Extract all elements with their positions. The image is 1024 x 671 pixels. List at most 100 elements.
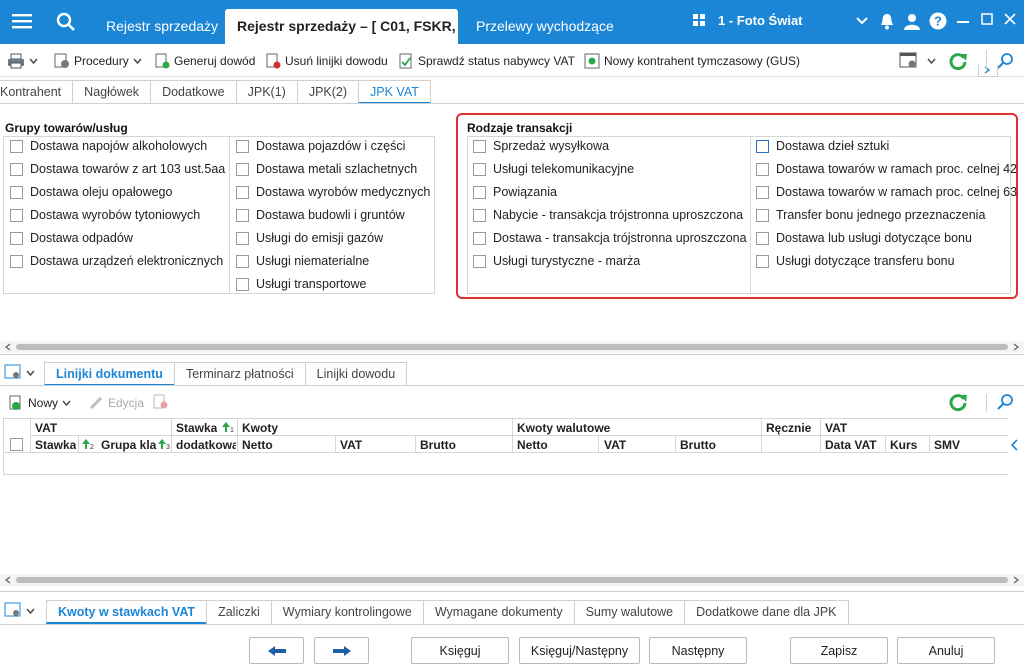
checkbox[interactable] <box>236 185 249 199</box>
checkbox[interactable] <box>10 139 23 153</box>
header-brutto-wal[interactable]: Brutto <box>680 438 716 452</box>
previous-button[interactable] <box>249 637 304 664</box>
minimize-icon[interactable] <box>957 21 969 24</box>
checkbox-dostawa-trojstronna[interactable]: Dostawa - transakcja trójstronna uproszc… <box>473 231 747 245</box>
checkbox-dziela-sztuki[interactable]: Dostawa dzieł sztuki <box>756 139 889 153</box>
checkbox-proc-celna-42[interactable]: Dostawa towarów w ramach proc. celnej 42 <box>756 162 1017 176</box>
checkbox[interactable] <box>756 208 769 222</box>
delete-row-icon[interactable] <box>153 394 169 410</box>
checkbox-uslugi-turystyczne[interactable]: Usługi turystyczne - marża <box>473 254 640 268</box>
header-smv[interactable]: SMV <box>934 438 960 452</box>
tab-kwoty-w-stawkach[interactable]: Kwoty w stawkach VAT <box>46 600 208 624</box>
tab-zaliczki[interactable]: Zaliczki <box>206 600 272 624</box>
tab-linijki-dowodu[interactable]: Linijki dowodu <box>304 362 408 386</box>
layout-settings-icon[interactable] <box>899 52 919 70</box>
header-stawka[interactable]: Stawka <box>35 438 76 452</box>
checkbox-metale[interactable]: Dostawa metali szlachetnych <box>236 162 417 176</box>
checkbox[interactable] <box>10 438 23 451</box>
checkbox-proc-celna-63[interactable]: Dostawa towarów w ramach proc. celnej 63 <box>756 185 1017 199</box>
expand-panel-icon[interactable] <box>1010 438 1019 452</box>
checkbox[interactable] <box>236 277 249 291</box>
sprawdz-status-button[interactable]: Sprawdź status nabywcy VAT <box>398 52 575 70</box>
edycja-button[interactable]: Edycja <box>88 394 144 412</box>
checkbox-napoje-alkoholowe[interactable]: Dostawa napojów alkoholowych <box>10 139 207 153</box>
tab-przelewy-wychodzace[interactable]: Przelewy wychodzące <box>476 9 614 44</box>
refresh-icon[interactable] <box>948 51 968 71</box>
checkbox[interactable] <box>756 139 769 153</box>
layout-icon[interactable] <box>4 602 22 618</box>
checkbox[interactable] <box>236 231 249 245</box>
checkbox[interactable] <box>236 208 249 222</box>
header-vat-wal[interactable]: VAT <box>604 438 626 452</box>
checkbox-niematerialne[interactable]: Usługi niematerialne <box>236 254 369 268</box>
checkbox[interactable] <box>10 208 23 222</box>
checkbox-wyroby-tytoniowe[interactable]: Dostawa wyrobów tytoniowych <box>10 208 200 222</box>
checkbox-transportowe[interactable]: Usługi transportowe <box>236 277 366 291</box>
checkbox-transfer-bonu-jednego[interactable]: Transfer bonu jednego przeznaczenia <box>756 208 985 222</box>
checkbox[interactable] <box>473 254 486 268</box>
checkbox[interactable] <box>10 162 23 176</box>
checkbox[interactable] <box>473 208 486 222</box>
checkbox-transfer-bonu[interactable]: Usługi dotyczące transferu bonu <box>756 254 955 268</box>
zapisz-button[interactable]: Zapisz <box>790 637 888 664</box>
filter-search-icon[interactable] <box>996 52 1014 70</box>
checkbox-budowle[interactable]: Dostawa budowli i gruntów <box>236 208 405 222</box>
tab-linijki-dokumentu[interactable]: Linijki dokumentu <box>44 362 175 386</box>
tab-jpk-vat[interactable]: JPK VAT <box>358 80 431 104</box>
scroll-right-arrow[interactable] <box>1013 576 1019 584</box>
checkbox-nabycie-trojstronna[interactable]: Nabycie - transakcja trójstronna uproszc… <box>473 208 743 222</box>
checkbox-dostawa-bonu[interactable]: Dostawa lub usługi dotyczące bonu <box>756 231 972 245</box>
procedury-button[interactable]: Procedury <box>54 52 142 70</box>
header-data-vat[interactable]: Data VAT <box>825 438 877 452</box>
chevron-down-icon[interactable] <box>26 370 35 376</box>
apps-grid-icon[interactable] <box>693 14 705 26</box>
checkbox[interactable] <box>473 185 486 199</box>
anuluj-button[interactable]: Anuluj <box>897 637 995 664</box>
scroll-right-arrow[interactable] <box>1013 343 1019 351</box>
empty-table-row[interactable] <box>4 453 1008 474</box>
checkbox[interactable] <box>236 139 249 153</box>
checkbox-wyroby-medyczne[interactable]: Dostawa wyrobów medycznych <box>236 185 430 199</box>
user-icon[interactable] <box>904 13 920 30</box>
tab-wymagane-dokumenty[interactable]: Wymagane dokumenty <box>422 600 575 624</box>
checkbox[interactable] <box>10 254 23 268</box>
tab-wymiary-kontrolingowe[interactable]: Wymiary kontrolingowe <box>270 600 424 624</box>
panel-toggle-tab[interactable] <box>978 65 998 77</box>
bell-icon[interactable] <box>880 13 894 30</box>
layout-icon[interactable] <box>4 364 22 380</box>
checkbox[interactable] <box>236 254 249 268</box>
header-netto-wal[interactable]: Netto <box>517 438 548 452</box>
horizontal-scrollbar[interactable] <box>0 341 1024 353</box>
usun-linijki-button[interactable]: Usuń linijki dowodu <box>265 52 388 70</box>
tab-rejestr-sprzedazy[interactable]: Rejestr sprzedaży <box>106 9 218 44</box>
maximize-icon[interactable] <box>981 13 993 25</box>
header-dodatkowa[interactable]: dodatkowa <box>176 438 236 452</box>
tab-sumy-walutowe[interactable]: Sumy walutowe <box>573 600 686 624</box>
next-arrow-button[interactable] <box>314 637 369 664</box>
ksieguj-button[interactable]: Księguj <box>411 637 509 664</box>
help-icon[interactable]: ? <box>929 12 947 30</box>
horizontal-scrollbar[interactable] <box>0 574 1024 586</box>
search-icon[interactable] <box>56 12 76 32</box>
generuj-dowod-button[interactable]: Generuj dowód <box>154 52 255 70</box>
checkbox[interactable] <box>473 139 486 153</box>
header-kurs[interactable]: Kurs <box>890 438 917 452</box>
select-all-checkbox[interactable] <box>10 438 23 451</box>
header-grupa-klas[interactable]: Grupa klas <box>101 438 157 452</box>
print-button[interactable] <box>7 52 38 70</box>
scroll-thumb[interactable] <box>16 344 1008 350</box>
sort-icon[interactable]: 2 <box>82 438 94 450</box>
header-vat-amount[interactable]: VAT <box>340 438 362 452</box>
header-netto[interactable]: Netto <box>242 438 273 452</box>
scroll-thumb[interactable] <box>16 577 1008 583</box>
checkbox-powiazania[interactable]: Powiązania <box>473 185 557 199</box>
scroll-left-arrow[interactable] <box>5 343 11 351</box>
nowy-button[interactable]: Nowy <box>8 394 71 412</box>
checkbox[interactable] <box>473 162 486 176</box>
tab-jpk1[interactable]: JPK(1) <box>235 80 298 104</box>
tab-dodatkowe[interactable]: Dodatkowe <box>150 80 237 104</box>
checkbox[interactable] <box>756 162 769 176</box>
checkbox[interactable] <box>473 231 486 245</box>
checkbox[interactable] <box>756 254 769 268</box>
tab-kontrahent[interactable]: Kontrahent <box>0 80 74 104</box>
